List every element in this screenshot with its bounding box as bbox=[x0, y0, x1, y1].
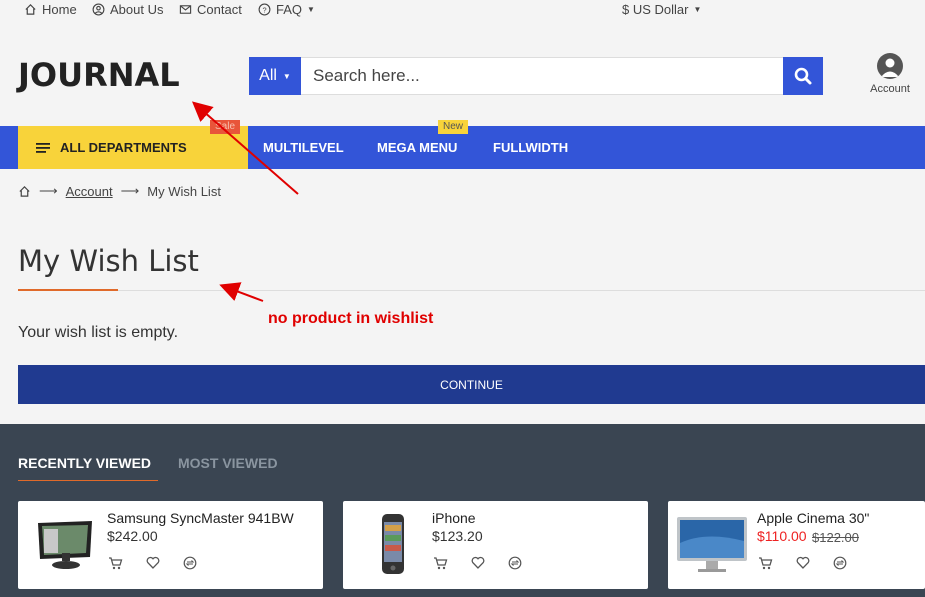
sale-badge: Sale bbox=[210, 120, 241, 134]
compare-icon[interactable] bbox=[832, 555, 847, 570]
question-circle-icon: ? bbox=[258, 3, 271, 15]
top-link-label: Contact bbox=[197, 1, 242, 17]
user-circle-icon bbox=[92, 3, 105, 15]
top-link-label: Home bbox=[42, 1, 77, 17]
product-actions bbox=[758, 555, 847, 570]
arrow-right-icon: ⟶ bbox=[120, 183, 140, 198]
wishlist-heart-icon[interactable] bbox=[145, 555, 160, 570]
top-link-faq[interactable]: ? FAQ ▼ bbox=[258, 0, 315, 18]
logo[interactable]: JOURNAL bbox=[18, 57, 180, 93]
breadcrumb-current: My Wish List bbox=[147, 183, 221, 199]
wishlist-heart-icon[interactable] bbox=[470, 555, 485, 570]
svg-text:?: ? bbox=[262, 5, 266, 14]
empty-wishlist-message: Your wish list is empty. bbox=[18, 324, 179, 341]
page-title: My Wish List bbox=[18, 244, 199, 278]
breadcrumb: ⟶ Account ⟶ My Wish List bbox=[18, 183, 221, 199]
add-to-cart-icon[interactable] bbox=[108, 555, 123, 570]
continue-button[interactable]: CONTINUE bbox=[18, 365, 925, 404]
annotation-note: no product in wishlist bbox=[268, 310, 434, 327]
product-card[interactable]: Apple Cinema 30" $110.00 $122.00 bbox=[668, 501, 925, 589]
add-to-cart-icon[interactable] bbox=[758, 555, 773, 570]
product-card[interactable]: iPhone $123.20 bbox=[343, 501, 648, 589]
top-bar: Home About Us Contact ? FAQ ▼ $ US Dolla… bbox=[0, 0, 925, 26]
add-to-cart-icon[interactable] bbox=[433, 555, 448, 570]
wishlist-heart-icon[interactable] bbox=[795, 555, 810, 570]
breadcrumb-account-link[interactable]: Account bbox=[66, 184, 113, 199]
search-input[interactable] bbox=[301, 57, 783, 95]
menu-icon bbox=[36, 142, 50, 153]
product-actions bbox=[433, 555, 522, 570]
tab-recently-viewed[interactable]: RECENTLY VIEWED bbox=[18, 455, 151, 471]
nav-item-multilevel[interactable]: MULTILEVEL bbox=[263, 126, 344, 169]
compare-icon[interactable] bbox=[182, 555, 197, 570]
product-actions bbox=[108, 555, 197, 570]
cinema-display-product-image bbox=[677, 517, 747, 572]
search-button[interactable] bbox=[783, 57, 823, 95]
nav-item-label: FULLWIDTH bbox=[493, 140, 569, 155]
top-link-contact[interactable]: Contact bbox=[179, 0, 242, 18]
recently-viewed-section: RECENTLY VIEWED MOST VIEWED Samsung Sync… bbox=[0, 424, 925, 597]
currency-label: $ US Dollar bbox=[622, 1, 689, 17]
iphone-product-image bbox=[382, 514, 404, 574]
home-icon[interactable] bbox=[18, 185, 31, 198]
currency-selector[interactable]: $ US Dollar ▼ bbox=[622, 0, 701, 18]
caret-down-icon: ▼ bbox=[282, 71, 291, 81]
arrow-right-icon: ⟶ bbox=[39, 183, 58, 198]
nav-item-fullwidth[interactable]: FULLWIDTH bbox=[493, 126, 568, 169]
nav-item-label: MEGA MENU bbox=[377, 140, 458, 155]
product-price: $123.20 bbox=[432, 528, 483, 544]
account-label: Account bbox=[870, 83, 910, 95]
top-link-label: About Us bbox=[110, 1, 164, 17]
top-link-about[interactable]: About Us bbox=[92, 0, 163, 18]
top-link-label: FAQ bbox=[276, 1, 303, 17]
search-category-label: All bbox=[259, 67, 277, 84]
product-card[interactable]: Samsung SyncMaster 941BW $242.00 bbox=[18, 501, 323, 589]
top-link-home[interactable]: Home bbox=[24, 0, 77, 18]
mail-icon bbox=[179, 4, 192, 14]
main-nav: ALL DEPARTMENTS Sale MULTILEVEL MEGA MEN… bbox=[0, 120, 925, 169]
header: JOURNAL All ▼ Account bbox=[0, 26, 925, 126]
monitor-product-image bbox=[38, 521, 92, 569]
tab-most-viewed[interactable]: MOST VIEWED bbox=[178, 455, 278, 471]
nav-item-label: MULTILEVEL bbox=[263, 140, 344, 155]
account-button[interactable]: Account bbox=[865, 53, 915, 95]
product-name[interactable]: Samsung SyncMaster 941BW bbox=[107, 510, 294, 526]
search-category-select[interactable]: All ▼ bbox=[249, 57, 301, 95]
new-badge: New bbox=[438, 120, 469, 134]
title-divider bbox=[18, 290, 925, 291]
home-icon bbox=[25, 3, 36, 15]
all-departments-label: ALL DEPARTMENTS bbox=[60, 140, 187, 155]
caret-down-icon: ▼ bbox=[307, 4, 315, 14]
search-bar: All ▼ bbox=[249, 57, 823, 95]
product-special-price: $110.00 bbox=[757, 528, 807, 544]
product-name[interactable]: iPhone bbox=[432, 510, 476, 526]
account-avatar-icon bbox=[877, 53, 903, 79]
compare-icon[interactable] bbox=[507, 555, 522, 570]
caret-down-icon: ▼ bbox=[693, 4, 702, 14]
title-accent-underline bbox=[18, 289, 118, 291]
product-price: $242.00 bbox=[107, 528, 158, 544]
product-old-price: $122.00 bbox=[812, 530, 859, 545]
product-name[interactable]: Apple Cinema 30" bbox=[757, 510, 869, 526]
search-icon bbox=[794, 67, 812, 85]
tab-active-underline bbox=[18, 480, 158, 481]
